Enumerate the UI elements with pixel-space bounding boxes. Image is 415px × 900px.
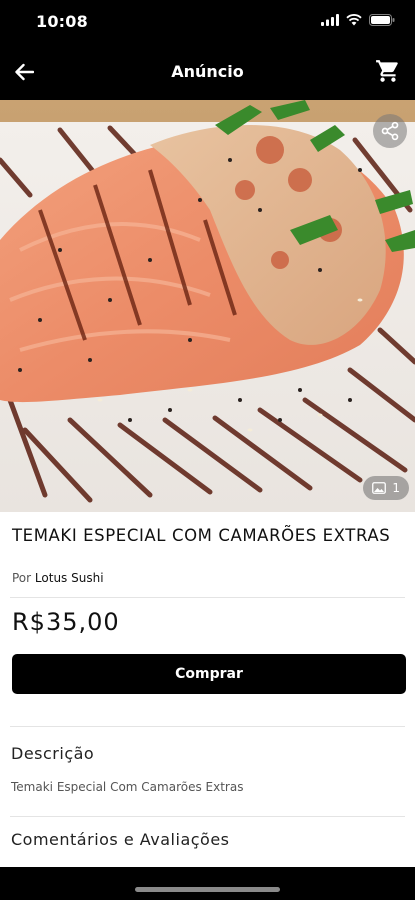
buy-button[interactable]: Comprar xyxy=(12,654,406,694)
home-indicator[interactable] xyxy=(135,887,280,892)
description-text: Temaki Especial Com Camarões Extras xyxy=(11,780,244,794)
product-price: R$35,00 xyxy=(12,608,120,636)
cart-button[interactable] xyxy=(373,56,403,86)
divider xyxy=(10,816,405,817)
wifi-icon xyxy=(346,14,362,26)
status-time: 10:08 xyxy=(36,12,88,31)
food-image xyxy=(0,100,415,512)
seller-name[interactable]: Lotus Sushi xyxy=(35,571,104,585)
product-photo[interactable]: 1 xyxy=(0,100,415,512)
photo-count-badge[interactable]: 1 xyxy=(363,476,409,500)
seller-line: Por Lotus Sushi xyxy=(12,571,104,585)
nav-bar: Anúncio xyxy=(0,44,415,100)
divider xyxy=(10,726,405,727)
page-title: Anúncio xyxy=(171,62,244,81)
share-icon xyxy=(381,121,399,141)
status-bar: 10:08 xyxy=(0,0,415,44)
share-button[interactable] xyxy=(373,114,407,148)
cart-icon xyxy=(376,60,398,82)
status-icons xyxy=(321,14,395,26)
reviews-heading[interactable]: Comentários e Avaliações xyxy=(11,830,230,849)
seller-prefix: Por xyxy=(12,571,32,585)
battery-icon xyxy=(369,14,395,26)
signal-icon xyxy=(321,14,339,26)
divider xyxy=(10,597,405,598)
image-icon xyxy=(372,482,387,494)
description-heading: Descrição xyxy=(11,744,95,763)
photo-count: 1 xyxy=(392,481,400,495)
home-indicator-area xyxy=(0,867,415,900)
product-details: TEMAKI ESPECIAL COM CAMARÕES EXTRAS Por … xyxy=(0,512,415,867)
product-title: TEMAKI ESPECIAL COM CAMARÕES EXTRAS xyxy=(12,526,391,545)
